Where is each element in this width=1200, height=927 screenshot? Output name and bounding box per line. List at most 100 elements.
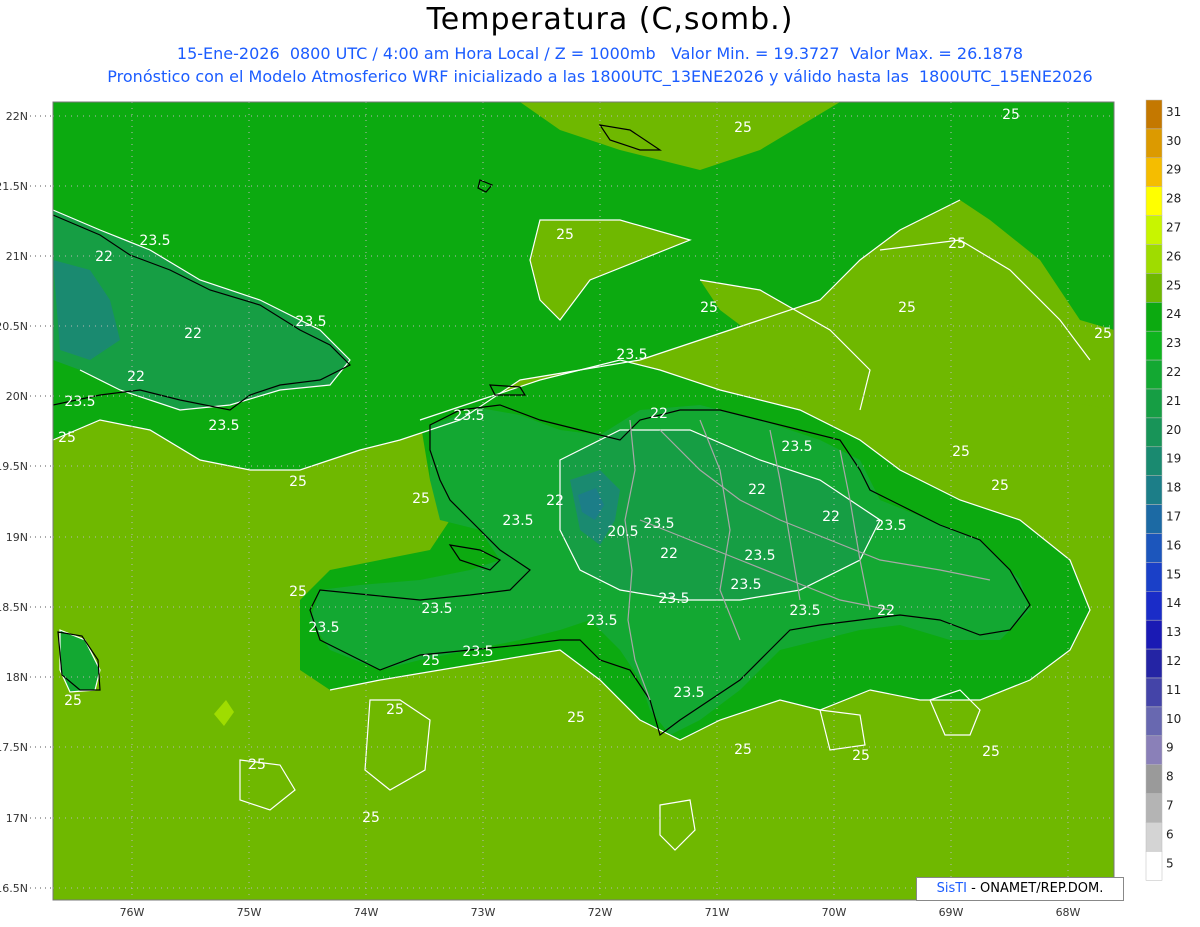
lat-label: 17.5N [0,741,28,754]
legend-swatch [1145,735,1163,765]
legend-swatch [1145,446,1163,476]
credit-brand: SisTI [936,881,968,896]
legend-swatch [1145,359,1163,390]
contour-label: 22 [822,509,840,525]
contour-label: 25 [386,702,404,718]
legend-swatch [1145,330,1163,361]
legend-label: 30 [1166,134,1181,148]
lon-label: 72W [588,906,613,919]
legend-swatch [1145,475,1163,505]
legend-swatch [1145,99,1163,130]
contour-label: 23.5 [208,418,239,434]
credit-text: - ONAMET/REP.DOM. [967,881,1104,896]
legend-label: 26 [1166,249,1181,263]
legend-swatch [1145,128,1163,159]
contour-label: 25 [734,742,752,758]
lon-label: 75W [237,906,262,919]
lon-label: 69W [939,906,964,919]
legend-label: 18 [1166,481,1181,495]
legend-swatch [1145,677,1163,708]
contour-label: 23.5 [421,601,452,617]
legend-label: 5 [1166,856,1174,870]
legend-label: 23 [1166,336,1181,350]
legend-label: 9 [1166,741,1174,755]
legend-swatch [1145,706,1163,737]
contour-label: 25 [700,300,718,316]
contour-label: 25 [948,236,966,252]
legend-label: 12 [1166,654,1181,668]
contour-label: 25 [734,120,752,136]
lon-label: 71W [705,906,730,919]
lon-label: 76W [120,906,145,919]
contour-label: 25 [1002,107,1020,123]
lon-label: 70W [822,906,847,919]
contour-label: 25 [952,444,970,460]
legend-swatch [1145,186,1163,216]
contour-label: 25 [64,693,82,709]
contour-label: 22 [877,603,895,619]
legend-swatch [1145,822,1163,852]
contour-label: 23.5 [744,548,775,564]
contour-label: 23.5 [462,644,493,660]
contour-label: 23.5 [673,685,704,701]
legend-swatch [1145,302,1163,332]
contour-label: 22 [184,326,202,342]
legend-swatch [1145,648,1163,679]
contour-label: 23.5 [730,577,761,593]
lat-ticks [30,115,53,889]
credit-box: SisTI - ONAMET/REP.DOM. [916,877,1124,901]
contour-label: 23.5 [295,314,326,330]
contour-label: 22 [95,249,113,265]
contour-label: 25 [362,810,380,826]
contour-label: 23.5 [643,516,674,532]
legend-swatch [1145,851,1163,881]
legend-swatch [1145,273,1163,303]
legend-swatch [1145,388,1163,419]
contour-label: 23.5 [453,408,484,424]
legend-label: 31 [1166,105,1181,119]
contour-label: 23.5 [308,620,339,636]
lon-label: 68W [1056,906,1081,919]
lat-label: 20N [6,390,28,403]
contour-label: 25 [412,491,430,507]
contour-label: 23.5 [64,394,95,410]
legend-label: 24 [1166,307,1181,321]
contour-label: 20.5 [607,524,638,540]
lon-label: 73W [471,906,496,919]
contour-label: 25 [982,744,1000,760]
contour-label: 25 [567,710,585,726]
legend-label: 27 [1166,220,1181,234]
legend-swatch [1145,793,1163,823]
legend-label: 17 [1166,509,1181,523]
legend-label: 14 [1166,596,1181,610]
lon-label: 74W [354,906,379,919]
lat-label: 16.5N [0,882,28,895]
legend-swatch [1145,591,1163,621]
contour-label: 25 [289,474,307,490]
legend-label: 11 [1166,683,1181,697]
contour-label: 25 [991,478,1009,494]
legend-label: 21 [1166,394,1181,408]
contour-label: 23.5 [502,513,533,529]
contour-label: 22 [748,482,766,498]
contour-label: 25 [289,584,307,600]
longitude-axis: 76W 75W 74W 73W 72W 71W 70W 69W 68W [120,906,1081,919]
legend-label: 22 [1166,365,1181,379]
contour-label: 25 [422,653,440,669]
contour-label: 23.5 [139,233,170,249]
legend-label: 6 [1166,827,1174,841]
contour-label: 22 [127,369,145,385]
contour-label: 23.5 [781,439,812,455]
contour-label: 23.5 [586,613,617,629]
legend-swatch [1145,562,1163,592]
contour-label: 22 [650,406,668,422]
lat-label: 19N [6,531,28,544]
legend-label: 19 [1166,452,1181,466]
contour-label: 22 [660,546,678,562]
contour-label: 23.5 [616,347,647,363]
map-panel: 22N 21.5N 21N 20.5N 20N 19.5N 19N 18.5N … [0,99,1181,919]
legend-label: 15 [1166,567,1181,581]
lat-label: 22N [6,110,28,123]
lat-label: 21N [6,250,28,263]
contour-label: 25 [852,748,870,764]
